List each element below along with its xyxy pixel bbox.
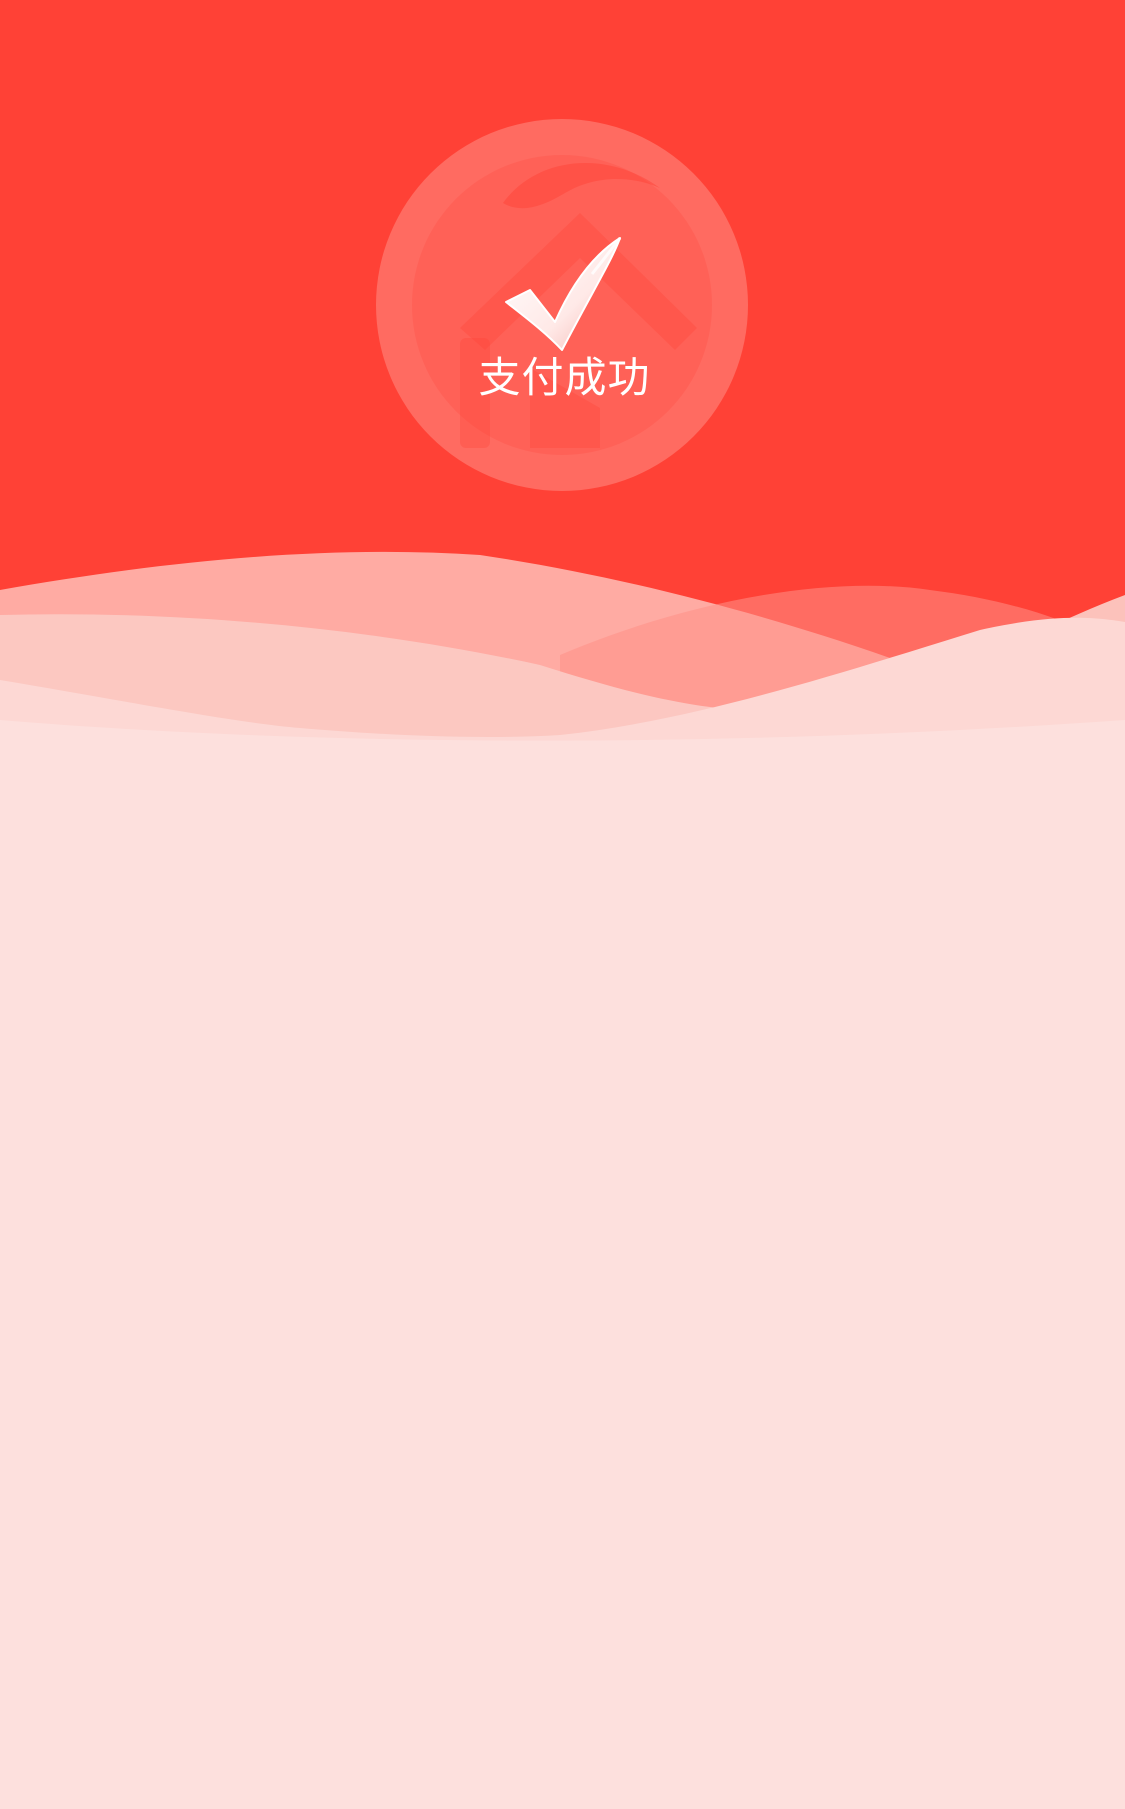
payment-success-page: 支付成功 (0, 0, 1125, 1809)
content-area (0, 760, 1125, 1809)
wave-decoration (0, 551, 1125, 800)
